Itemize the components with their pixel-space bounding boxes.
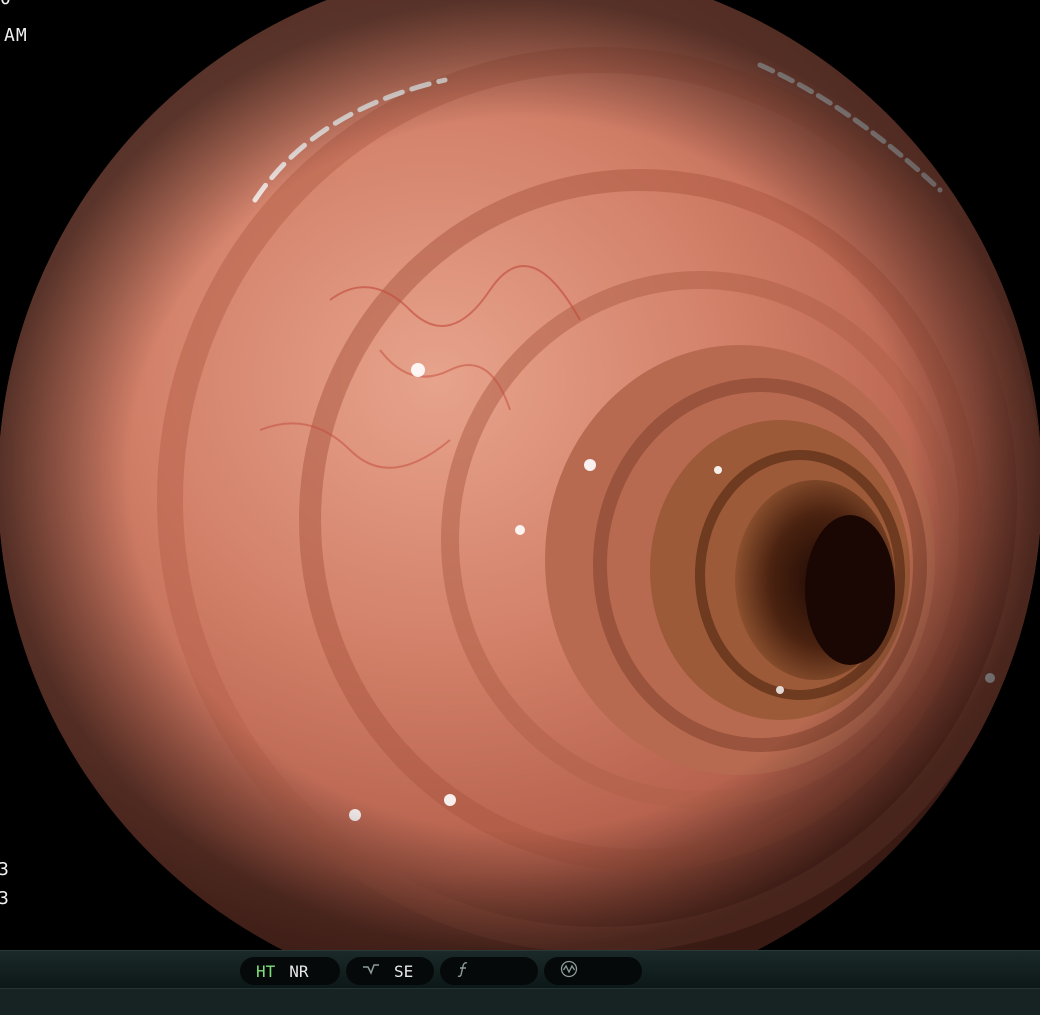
wave-icon bbox=[362, 962, 380, 981]
colon-lumen-image bbox=[0, 0, 1040, 950]
mode-indicator-ht-nr: HT NR bbox=[240, 957, 340, 985]
status-bar-bottom-strip bbox=[0, 988, 1040, 1015]
overlay-time-ampm: AM bbox=[4, 25, 28, 46]
overlay-left-value-a: 3 bbox=[0, 859, 10, 880]
overlay-left-value-b: 3 bbox=[0, 888, 10, 909]
mode-indicator-se: SE bbox=[346, 957, 434, 985]
mode-indicator-function bbox=[440, 957, 538, 985]
mode-indicator-signal bbox=[544, 957, 642, 985]
ht-indicator: HT bbox=[256, 961, 276, 981]
overlay-text-top: 0 bbox=[0, 0, 12, 9]
se-indicator: SE bbox=[394, 961, 414, 981]
function-icon bbox=[456, 961, 472, 981]
nr-indicator: NR bbox=[289, 961, 309, 981]
signal-icon bbox=[560, 960, 578, 982]
endoscopy-view: 0 AM 3 3 bbox=[0, 0, 1040, 950]
